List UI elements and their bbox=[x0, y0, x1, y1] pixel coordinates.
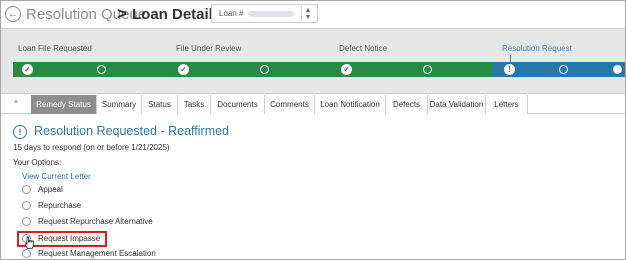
tab-tasks[interactable]: Tasks bbox=[178, 95, 211, 114]
substep-circle-icon bbox=[559, 65, 568, 74]
substep-circle-icon bbox=[423, 65, 432, 74]
page-title: Loan Details bbox=[132, 6, 222, 23]
hand-cursor-icon bbox=[24, 236, 34, 249]
back-arrow-icon[interactable]: ← bbox=[5, 6, 21, 22]
step-label-file-under-review: File Under Review bbox=[176, 44, 242, 53]
option-label: Repurchase bbox=[38, 200, 82, 210]
breadcrumb-resolution-queue[interactable]: Resolution Queue bbox=[26, 6, 146, 23]
page-header: ← Resolution Queue > Loan Details Loan #… bbox=[1, 1, 625, 28]
option-request-repurchase-alternative[interactable]: Request Repurchase Alternative bbox=[22, 215, 153, 227]
status-title: Resolution Requested - Reaffirmed bbox=[34, 124, 230, 138]
radio-button[interactable] bbox=[22, 200, 31, 210]
app-window: ← Resolution Queue > Loan Details Loan #… bbox=[0, 0, 626, 260]
loan-select-label: Loan # bbox=[219, 9, 244, 18]
current-step-marker bbox=[510, 55, 511, 62]
chevron-up-icon[interactable]: ⌃ bbox=[1, 95, 31, 114]
substep-circle-icon bbox=[260, 65, 269, 74]
option-appeal[interactable]: Appeal bbox=[22, 183, 63, 195]
tab-remedy-status[interactable]: Remedy Status bbox=[31, 95, 97, 114]
tab-comments[interactable]: Comments bbox=[265, 95, 315, 114]
info-circle-icon: ! bbox=[13, 125, 27, 139]
option-label: Request Management Escalation bbox=[38, 248, 156, 258]
radio-button[interactable] bbox=[22, 216, 31, 226]
option-label: Request Repurchase Alternative bbox=[38, 216, 153, 226]
view-current-letter-link[interactable]: View Current Letter bbox=[22, 172, 91, 181]
breadcrumb-separator: > bbox=[117, 4, 127, 23]
checkmark-icon: ✓ bbox=[178, 64, 189, 75]
checkmark-icon: ✓ bbox=[22, 64, 33, 75]
radio-button[interactable] bbox=[22, 184, 31, 194]
tab-bar: ⌃ Remedy Status Summary Status Tasks Doc… bbox=[1, 95, 625, 114]
step-label-resolution-request: Resolution Request bbox=[502, 44, 572, 53]
progress-stepper: Loan File Requested File Under Review De… bbox=[1, 28, 625, 94]
option-label: Appeal bbox=[38, 184, 63, 194]
loan-number-redacted bbox=[248, 11, 294, 17]
tab-documents[interactable]: Documents bbox=[211, 95, 265, 114]
remedy-status-panel: ! Resolution Requested - Reaffirmed 15 d… bbox=[1, 115, 625, 259]
substep-circle-icon bbox=[613, 65, 622, 74]
tab-defects[interactable]: Defects bbox=[386, 95, 428, 114]
option-repurchase[interactable]: Repurchase bbox=[22, 199, 81, 211]
tab-loan-notification[interactable]: Loan Notification bbox=[315, 95, 386, 114]
tab-letters[interactable]: Letters bbox=[486, 95, 528, 114]
tab-data-validation[interactable]: Data Validation bbox=[428, 95, 486, 114]
response-deadline: 15 days to respond (on or before 1/21/20… bbox=[13, 143, 170, 152]
options-heading: Your Options: bbox=[13, 158, 62, 167]
sort-arrows-icon[interactable]: ▲ ▼ bbox=[301, 6, 314, 21]
option-request-management-escalation[interactable]: Request Management Escalation bbox=[22, 247, 156, 259]
tab-summary[interactable]: Summary bbox=[97, 95, 142, 114]
step-label-defect-notice: Defect Notice bbox=[339, 44, 388, 53]
radio-button[interactable] bbox=[22, 248, 31, 258]
loan-number-select[interactable]: Loan # ▲ ▼ bbox=[211, 4, 318, 23]
step-label-loan-file-requested: Loan File Requested bbox=[18, 44, 92, 53]
tab-status[interactable]: Status bbox=[142, 95, 178, 114]
exclamation-icon: ! bbox=[504, 64, 515, 75]
checkmark-icon: ✓ bbox=[341, 64, 352, 75]
substep-circle-icon bbox=[97, 65, 106, 74]
